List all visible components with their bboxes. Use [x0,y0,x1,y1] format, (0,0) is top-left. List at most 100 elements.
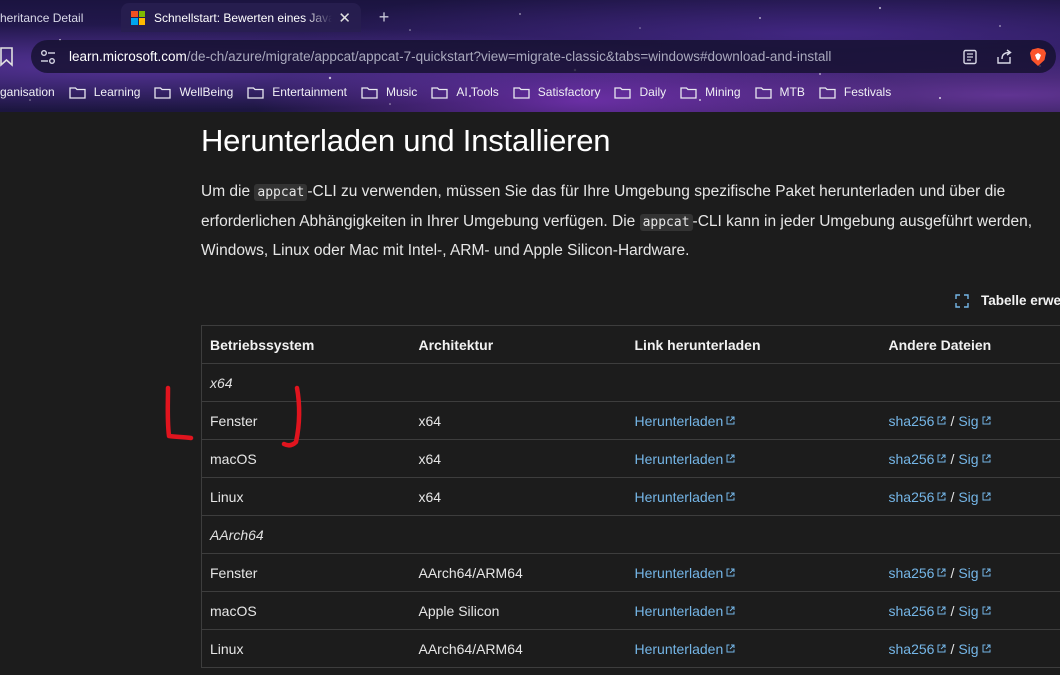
bookmark-label: Entertainment [272,85,347,99]
group-label-x64: x64 [201,363,1060,402]
intro-text: Um die [201,183,255,200]
sha256-link[interactable]: sha256 [889,489,935,505]
expand-table-button[interactable]: Tabelle erwe [955,293,1060,308]
separator: / [950,564,955,581]
arch-cell: AArch64/ARM64 [410,553,627,592]
address-bar-actions [960,47,1048,67]
bookmark-folder-ai-tools[interactable]: AI Tools [431,85,499,99]
table-row: Fenster x64 Herunterladen sha256 /Sig [201,401,1060,440]
external-link-icon [982,416,991,424]
bookmark-folder-learning[interactable]: Learning [69,85,141,99]
bookmark-label: Music [385,85,418,99]
download-cell: Herunterladen [626,591,881,630]
sig-link[interactable]: Sig [958,489,978,505]
new-tab-button[interactable]: + [372,7,396,29]
folder-icon [247,86,264,99]
sha256-link[interactable]: sha256 [889,603,935,619]
header-architecture: Architektur [410,325,627,364]
folder-icon [680,86,697,99]
table-row: Linux AArch64/ARM64 Herunterladen sha256… [201,629,1060,668]
files-cell: sha256 /Sig [880,591,1060,630]
address-bar[interactable]: learn.microsoft.com/de-ch/azure/migrate/… [31,40,1056,73]
table-row: Fenster AArch64/ARM64 Herunterladen sha2… [201,553,1060,592]
group-label-aarch64: AArch64 [201,515,1060,554]
download-link[interactable]: Herunterladen [635,603,724,619]
sha256-link[interactable]: sha256 [889,451,935,467]
site-info-icon[interactable] [40,49,56,65]
brave-shields-icon[interactable] [1028,47,1048,67]
bookmark-folder-organisation[interactable]: rganisation [0,85,55,99]
sig-link[interactable]: Sig [958,603,978,619]
bookmark-label: rganisation [0,85,55,99]
bookmark-folder-mtb[interactable]: MTB [754,85,805,99]
external-link-icon [982,492,991,500]
bookmark-folder-wellbeing[interactable]: WellBeing [154,85,233,99]
separator: / [950,640,955,657]
bookmark-folder-music[interactable]: Music [361,85,417,99]
bookmark-folder-festivals[interactable]: Festivals [819,85,891,99]
bookmark-folder-satisfactory[interactable]: Satisfactory [513,85,601,99]
download-link[interactable]: Herunterladen [635,451,724,467]
external-link-icon [726,454,735,462]
os-cell: macOS [201,591,411,630]
arch-cell: x64 [410,401,627,440]
tab-strip: heritance Detail Schnellstart: Bewerten … [0,0,1060,34]
microsoft-logo-icon [131,10,145,25]
sha256-link[interactable]: sha256 [889,641,935,657]
download-cell: Herunterladen [626,553,881,592]
header-os: Betriebssystem [201,325,411,364]
close-tab-icon[interactable]: ✕ [338,9,351,27]
tab-inheritance-detail[interactable]: heritance Detail [0,3,112,32]
bookmark-folder-mining[interactable]: Mining [680,85,741,99]
external-link-icon [982,606,991,614]
intro-text: -CLI kann in jeder Umgebung ausgeführt w… [692,212,1033,230]
tab-title: heritance Detail [0,10,84,25]
url-host: learn.microsoft.com [69,49,187,64]
arch-cell: x64 [410,439,627,478]
bookmark-folder-entertainment[interactable]: Entertainment [247,85,347,99]
bookmark-label: Learning [93,85,141,99]
page-content: Herunterladen und Installieren Um die ap… [0,112,1060,675]
table-group-row: x64 [201,363,1060,402]
tab-schnellstart[interactable]: Schnellstart: Bewerten eines Java ✕ [121,3,361,32]
sha256-link[interactable]: sha256 [889,413,935,429]
external-link-icon [726,492,735,500]
intro-line-2: erforderlichen Abhängigkeiten in Ihrer U… [201,208,1060,238]
share-icon[interactable] [994,47,1014,67]
tab-title: Schnellstart: Bewerten eines Java [154,10,333,25]
arch-cell: AArch64/ARM64 [410,629,627,668]
external-link-icon [726,568,735,576]
table-row: macOS Apple Silicon Herunterladen sha256… [201,591,1060,630]
bookmark-icon[interactable] [0,47,14,67]
external-link-icon [726,644,735,652]
sig-link[interactable]: Sig [958,565,978,581]
external-link-icon [982,454,991,462]
header-other-files: Andere Dateien [880,325,1060,364]
bookmark-folder-daily[interactable]: Daily [614,85,666,99]
sha256-link[interactable]: sha256 [889,565,935,581]
sig-link[interactable]: Sig [958,451,978,467]
sig-link[interactable]: Sig [958,413,978,429]
table-row: macOS x64 Herunterladen sha256 /Sig [201,439,1060,478]
download-cell: Herunterladen [626,439,881,478]
bookmark-label: MTB [779,85,805,99]
bookmark-label: Satisfactory [537,85,601,99]
folder-icon [361,86,378,99]
intro-paragraph: Um die appcat -CLI zu verwenden, müssen S… [201,178,1060,266]
external-link-icon [937,454,946,462]
download-link[interactable]: Herunterladen [635,413,724,429]
reader-mode-icon[interactable] [960,47,980,67]
external-link-icon [937,606,946,614]
download-link[interactable]: Herunterladen [635,641,724,657]
bookmark-label: Festivals [843,85,892,99]
inline-code-appcat: appcat [639,213,693,231]
download-link[interactable]: Herunterladen [635,489,724,505]
files-cell: sha256 /Sig [880,629,1060,668]
os-cell: macOS [201,439,411,478]
download-link[interactable]: Herunterladen [635,565,724,581]
intro-text: erforderlichen Abhängigkeiten in Ihrer U… [201,212,640,230]
os-cell: Fenster [201,553,411,592]
os-cell: Fenster [201,401,411,440]
sig-link[interactable]: Sig [958,641,978,657]
external-link-icon [726,606,735,614]
